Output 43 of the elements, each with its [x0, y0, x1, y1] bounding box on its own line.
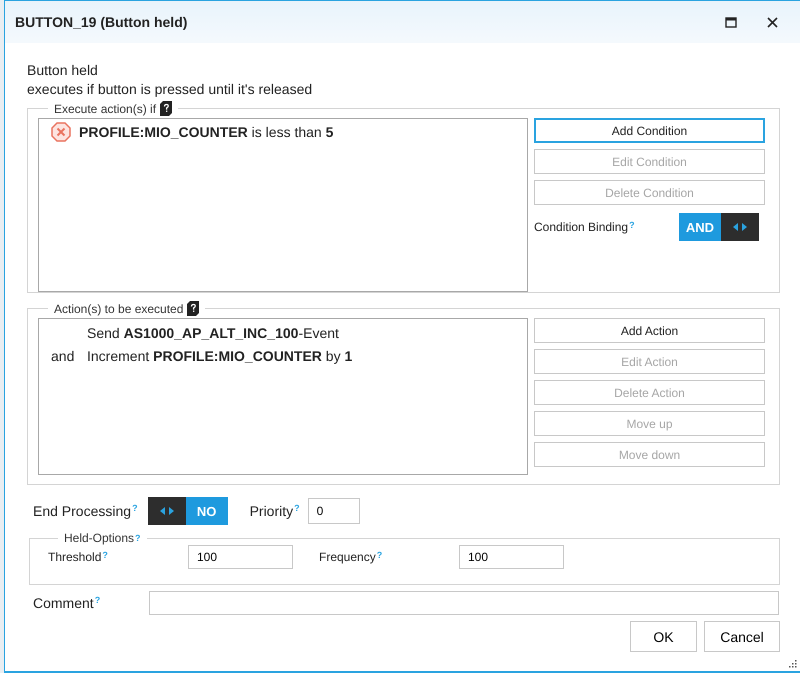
maximize-icon[interactable]: [725, 16, 737, 28]
group-legend: Action(s) to be executed: [54, 302, 184, 316]
priority-field[interactable]: 0: [308, 498, 360, 524]
binding-toggle[interactable]: AND: [679, 213, 759, 241]
description-text: executes if button is pressed until it's released: [27, 80, 314, 99]
dialog-button[interactable]: OK: [630, 621, 697, 652]
field-label: Frequency: [319, 550, 376, 564]
end-processing-label: End Processing: [33, 503, 132, 519]
help-mark[interactable]: ?: [135, 533, 141, 543]
comment-label: Comment: [33, 595, 94, 611]
action-text[interactable]: Increment PROFILE:MIO_COUNTER by 1: [87, 345, 352, 368]
joiner-text: and: [51, 348, 74, 364]
error-icon: [51, 122, 71, 142]
input-field[interactable]: 100: [459, 545, 564, 569]
help-book-icon[interactable]: [160, 101, 172, 116]
window-title: BUTTON_19 (Button held): [15, 14, 188, 30]
toggle-value: NO: [186, 497, 228, 525]
toggle-value: AND: [679, 213, 721, 241]
binding-label: Condition Binding: [534, 220, 628, 234]
condition-text[interactable]: PROFILE:MIO_COUNTER is less than 5: [79, 124, 334, 140]
description-text: Button held: [27, 61, 99, 80]
help-book-icon[interactable]: [187, 301, 200, 316]
action-button[interactable]: Add Action: [534, 318, 765, 343]
resize-grip-icon[interactable]: [788, 659, 797, 668]
condition-button[interactable]: Add Condition: [534, 118, 765, 143]
field-label: Threshold: [48, 550, 102, 564]
help-mark[interactable]: ?: [629, 220, 635, 230]
arrows-icon: [733, 223, 747, 231]
help-mark[interactable]: ?: [376, 550, 382, 560]
dialog-button[interactable]: Cancel: [704, 621, 780, 652]
help-mark[interactable]: ?: [102, 550, 108, 560]
input-field[interactable]: 100: [188, 545, 293, 569]
comment-field[interactable]: [149, 591, 779, 615]
arrows-icon: [160, 507, 174, 515]
group-legend: Execute action(s) if: [54, 102, 156, 116]
end-processing-toggle[interactable]: NO: [148, 497, 228, 525]
help-mark[interactable]: ?: [94, 595, 100, 605]
help-mark[interactable]: ?: [294, 503, 300, 513]
action-text[interactable]: Send AS1000_AP_ALT_INC_100-Event: [87, 322, 339, 345]
close-icon[interactable]: [767, 16, 778, 28]
group-legend: Held-Options: [64, 531, 134, 545]
help-mark[interactable]: ?: [132, 503, 138, 513]
priority-label: Priority: [250, 503, 294, 519]
